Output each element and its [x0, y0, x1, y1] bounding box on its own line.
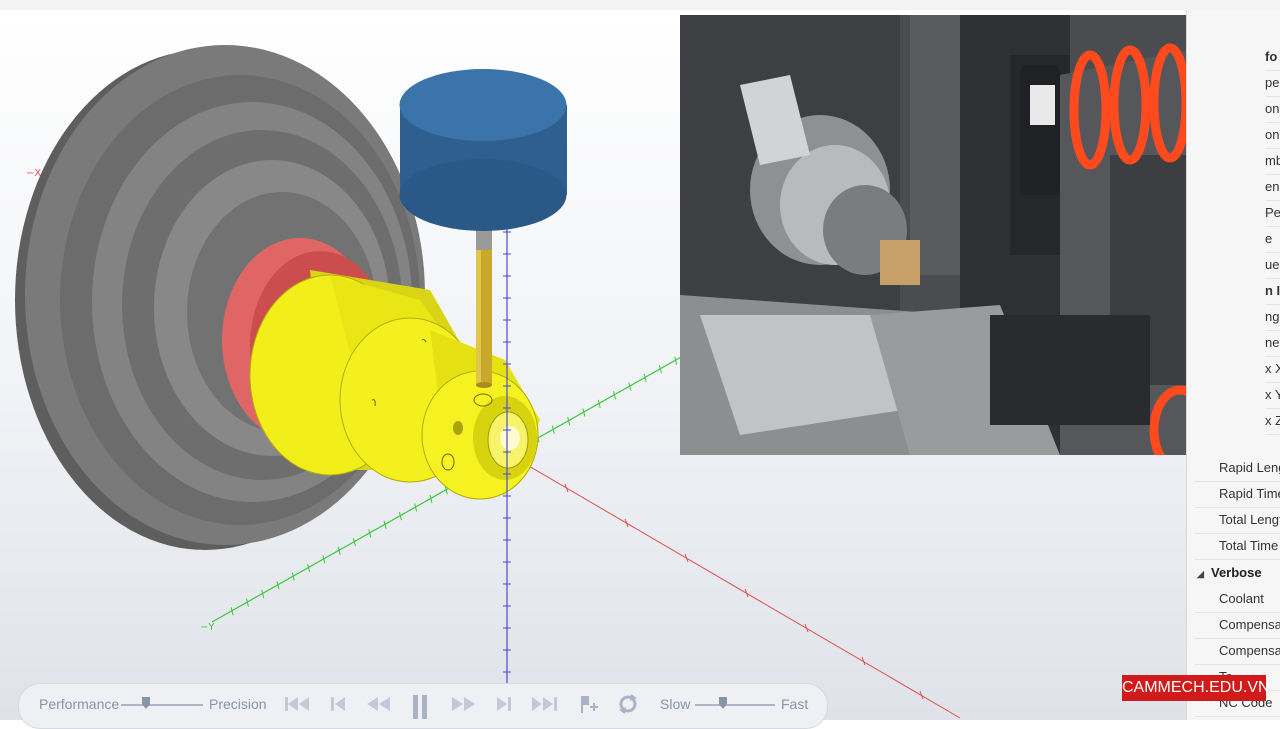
property-row-total-length[interactable]: Total Length	[1195, 507, 1280, 534]
watermark-badge: CAMMECH.EDU.VN	[1122, 675, 1270, 701]
flag-plus-icon	[581, 696, 598, 713]
speed-slider-track[interactable]	[695, 704, 775, 706]
property-row-rapid-length[interactable]: Rapid Length	[1195, 455, 1280, 482]
playback-toolbar: Performance Precision Slow Fast	[18, 683, 828, 729]
refresh-icon	[619, 694, 637, 714]
skip-to-start-button[interactable]	[283, 693, 309, 715]
step-forward-button[interactable]	[493, 693, 517, 715]
property-row-clipped[interactable]: en	[1265, 174, 1280, 201]
property-row-compensation[interactable]: Compensation	[1195, 612, 1280, 639]
property-row-compensation-2[interactable]: Compensation	[1195, 638, 1280, 665]
machine-video-inset	[680, 15, 1268, 455]
property-row-clipped[interactable]: ne	[1265, 330, 1280, 357]
property-row-clipped[interactable]: fo	[1265, 44, 1280, 71]
property-row-coolant[interactable]: Coolant	[1195, 586, 1280, 613]
slow-label: Slow	[660, 696, 691, 712]
skip-to-start-icon	[285, 697, 309, 711]
loop-button[interactable]	[617, 693, 641, 715]
section-verbose[interactable]: ◢ Verbose	[1187, 560, 1280, 586]
step-forward-icon	[497, 697, 511, 711]
property-row-clipped[interactable]: x X	[1265, 356, 1280, 383]
property-row-clipped[interactable]: ng	[1265, 304, 1280, 331]
property-row-clipped[interactable]: pe	[1265, 70, 1280, 97]
property-row-clipped[interactable]: e	[1265, 226, 1280, 253]
step-to-start-button[interactable]	[327, 693, 351, 715]
minus-y-label: −Y	[200, 622, 215, 633]
fast-forward-button[interactable]	[449, 693, 475, 715]
speed-slider-thumb[interactable]	[719, 697, 727, 709]
property-row-clipped[interactable]: n I	[1265, 278, 1280, 305]
property-row-rapid-time[interactable]: Rapid Time	[1195, 481, 1280, 508]
collapse-triangle-icon[interactable]: ◢	[1187, 561, 1211, 587]
quality-slider-thumb[interactable]	[141, 697, 150, 709]
property-row-clipped[interactable]: x Z	[1265, 408, 1280, 435]
fast-label: Fast	[781, 696, 809, 712]
rewind-button[interactable]	[365, 693, 390, 715]
property-row-clipped[interactable]: mb	[1265, 148, 1280, 175]
property-row-clipped[interactable]: on	[1265, 96, 1280, 123]
property-row-clipped[interactable]: on	[1265, 122, 1280, 149]
pause-icon	[413, 695, 427, 719]
performance-label: Performance	[39, 696, 120, 712]
property-row-clipped[interactable]: Pe	[1265, 200, 1280, 227]
skip-to-end-button[interactable]	[529, 693, 557, 715]
skip-to-end-icon	[532, 697, 557, 711]
property-row-total-time[interactable]: Total Time	[1195, 533, 1280, 560]
properties-panel: fopeononmbenPeeuen Ingnex Xx Yx Z Rapid …	[1186, 10, 1280, 720]
add-breakpoint-button[interactable]	[577, 693, 601, 715]
property-row-clipped[interactable]: ue	[1265, 252, 1280, 279]
property-row-clipped[interactable]: x Y	[1265, 382, 1280, 409]
rewind-icon	[367, 697, 390, 711]
precision-label: Precision	[209, 696, 267, 712]
fast-forward-icon	[452, 697, 475, 711]
pause-button[interactable]	[409, 693, 433, 719]
step-start-icon	[331, 697, 345, 711]
quality-slider-track[interactable]	[121, 704, 203, 706]
minus-x-label: −X	[26, 168, 41, 179]
